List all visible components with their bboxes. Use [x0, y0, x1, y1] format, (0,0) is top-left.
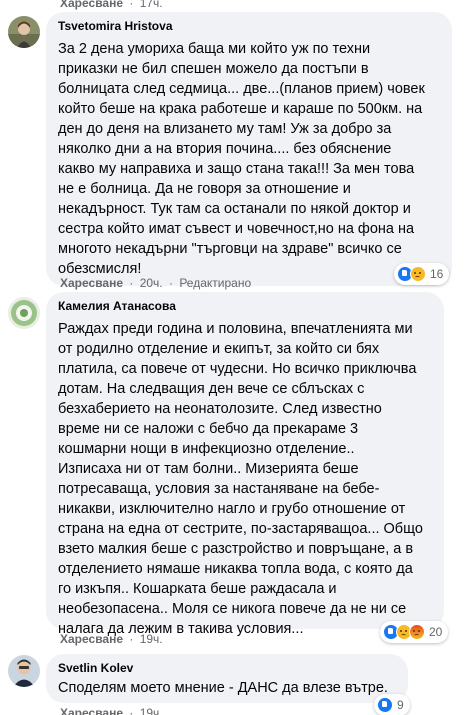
like-link[interactable]: Харесване	[60, 706, 123, 715]
avatar[interactable]	[8, 297, 40, 329]
like-link[interactable]: Харесване	[60, 276, 123, 290]
reaction-count: 16	[430, 267, 444, 281]
comment-time[interactable]: 19ч.	[140, 706, 163, 715]
comment-actions: Харесване · 19ч.	[60, 632, 163, 646]
comments-feed: Харесване · 17ч. Tsvetomira Hristova За …	[0, 0, 472, 715]
avatar-photo-icon	[8, 16, 40, 48]
like-link[interactable]: Харесване	[60, 632, 123, 646]
edited-label[interactable]: Редактирано	[179, 276, 251, 290]
like-reaction-icon	[377, 697, 393, 713]
comment-actions: Харесване · 20ч. · Редактирано	[60, 276, 252, 290]
comment-time[interactable]: 17ч.	[140, 0, 163, 10]
comment-text: Раждах преди година и половина, впечатле…	[58, 321, 423, 637]
sad-reaction-icon	[410, 266, 426, 282]
comment-author[interactable]: Камелия Атанасова	[58, 298, 432, 314]
comment-actions: Харесване · 19ч.	[60, 706, 163, 715]
comment-author[interactable]: Svetlin Kolev	[58, 660, 396, 676]
avatar-photo-icon	[8, 655, 40, 687]
avatar-photo-icon	[8, 297, 40, 329]
comment-text: Споделям моето мнение - ДАНС да влезе въ…	[58, 680, 388, 696]
reaction-summary[interactable]: 9	[374, 694, 410, 715]
reaction-summary[interactable]: 16	[394, 263, 450, 285]
comment-bubble: Svetlin Kolev Споделям моето мнение - ДА…	[46, 654, 408, 703]
previous-comment-actions: Харесване · 17ч.	[60, 0, 163, 10]
avatar[interactable]	[8, 16, 40, 48]
comment-time[interactable]: 20ч.	[140, 276, 163, 290]
angry-reaction-icon	[409, 624, 425, 640]
reaction-count: 9	[397, 698, 404, 712]
comment-bubble: Камелия Атанасова Раждах преди година и …	[46, 292, 444, 637]
comment-author[interactable]: Tsvetomira Hristova	[58, 18, 440, 34]
reaction-summary[interactable]: 20	[380, 621, 449, 643]
comment-time[interactable]: 19ч.	[140, 632, 163, 646]
comment-text: За 2 дена умориха баща ми който уж по те…	[58, 41, 425, 277]
like-link[interactable]: Харесване	[60, 0, 123, 10]
comment-bubble: Tsvetomira Hristova За 2 дена умориха ба…	[46, 12, 452, 286]
avatar[interactable]	[8, 655, 40, 687]
reaction-count: 20	[429, 625, 443, 639]
